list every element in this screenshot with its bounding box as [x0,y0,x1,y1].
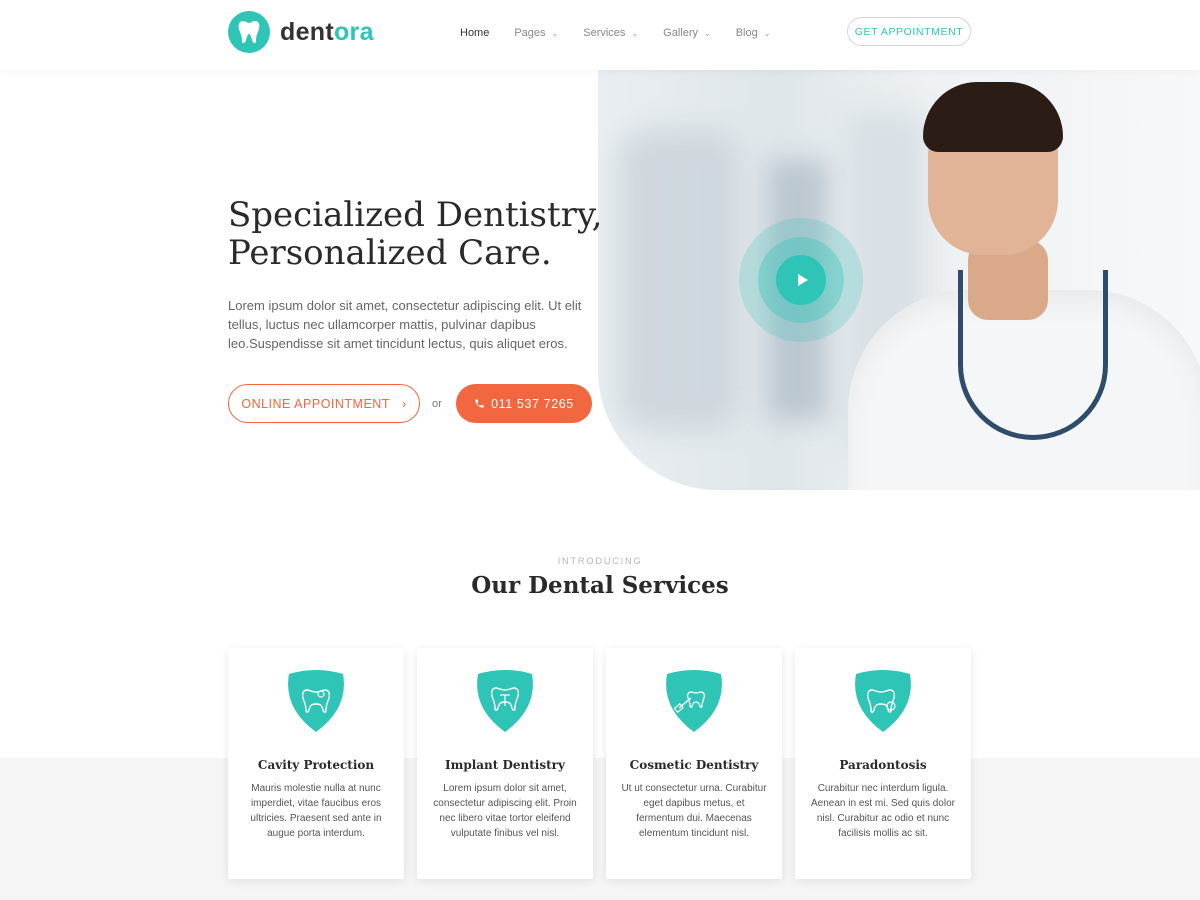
phone-icon [475,399,484,408]
nav-item-services[interactable]: Services ⌄ [583,27,638,39]
phone-number: 011 537 7265 [491,396,574,411]
chevron-down-icon: ⌄ [703,28,711,38]
nav-item-label: Pages [514,27,546,39]
service-title: Cosmetic Dentistry [629,758,759,772]
service-description: Mauris molestie nulla at nunc imperdiet,… [250,783,382,839]
service-card-implant[interactable]: Implant Dentistry Lorem ipsum dolor sit … [417,648,593,879]
hero-title-line1: Specialized Dentistry, [228,195,603,235]
service-card-paradontosis[interactable]: Paradontosis Curabitur nec interdum ligu… [795,648,971,879]
video-play-button[interactable] [776,255,826,305]
service-card-cosmetic[interactable]: Cosmetic Dentistry Ut ut consectetur urn… [606,648,782,879]
tooth-logo-icon [228,11,270,53]
nav-item-home[interactable]: Home [460,27,489,39]
tooth-cavity-icon [288,670,344,732]
nav-item-label: Services [583,27,626,39]
service-title: Implant Dentistry [445,758,565,772]
site-header: dentora Home Pages ⌄ Services ⌄ Gallery ⌄ B… [0,0,1200,70]
site-logo[interactable]: dentora [228,11,374,53]
tooth-implant-icon [477,670,533,732]
logo-text: dentora [280,17,374,46]
service-description: Ut ut consectetur urna. Curabitur eget d… [621,783,767,839]
chevron-down-icon: ⌄ [551,28,559,38]
chevron-down-icon: ⌄ [631,28,639,38]
online-appointment-label: ONLINE APPOINTMENT [241,396,390,411]
service-title: Paradontosis [839,758,927,772]
nav-item-blog[interactable]: Blog ⌄ [736,27,771,39]
nav-item-pages[interactable]: Pages ⌄ [514,27,558,39]
online-appointment-button[interactable]: ONLINE APPOINTMENT › [228,384,420,423]
tooth-paradontosis-icon [855,670,911,732]
chevron-down-icon: ⌄ [763,28,771,38]
hero-description: Lorem ipsum dolor sit amet, consectetur … [228,298,582,351]
nav-item-gallery[interactable]: Gallery ⌄ [663,27,711,39]
hero-title-line2: Personalized Care. [228,233,552,273]
service-title: Cavity Protection [257,758,375,772]
hero-doctor-image [598,70,1200,490]
nav-item-label: Home [460,27,490,39]
chevron-right-icon: › [401,396,407,411]
nav-item-label: Gallery [663,27,698,39]
hero-title: Specialized Dentistry, Personalized Care… [228,196,608,272]
service-description: Lorem ipsum dolor sit amet, consectetur … [433,783,577,839]
get-appointment-button[interactable]: GET APPOINTMENT [847,17,971,46]
services-background [0,758,1200,900]
or-separator: or [432,398,442,410]
phone-call-button[interactable]: 011 537 7265 [456,384,592,423]
main-nav: Home Pages ⌄ Services ⌄ Gallery ⌄ Blog ⌄ [460,27,770,39]
section-title: Our Dental Services [471,572,729,599]
service-description: Curabitur nec interdum ligula. Aenean in… [811,783,955,839]
play-icon [797,274,808,286]
tooth-brush-icon [666,670,722,732]
nav-item-label: Blog [735,27,758,39]
service-card-cavity[interactable]: Cavity Protection Mauris molestie nulla … [228,648,404,879]
section-eyebrow: INTRODUCING [557,556,643,567]
